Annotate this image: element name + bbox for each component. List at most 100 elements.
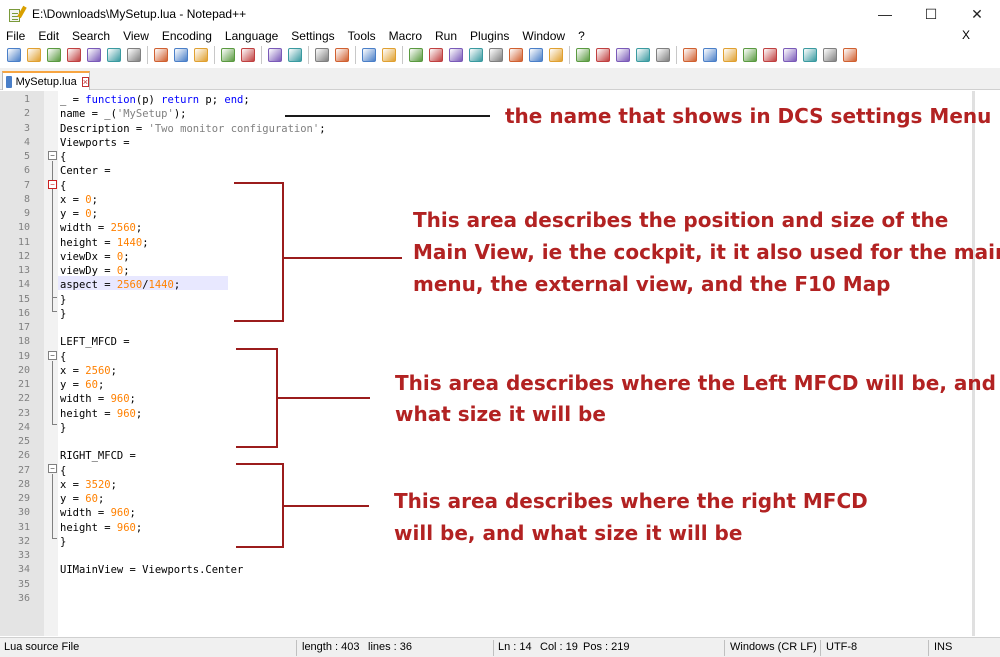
run-macro-multiple-icon[interactable]	[633, 45, 653, 65]
indent-guide-icon[interactable]	[446, 45, 466, 65]
word-wrap-icon[interactable]	[406, 45, 426, 65]
stop-macro-icon[interactable]	[593, 45, 613, 65]
fold-collapse-icon[interactable]: −	[48, 180, 57, 189]
code-text[interactable]: }	[60, 293, 66, 307]
doc-map-icon[interactable]	[486, 45, 506, 65]
code-text[interactable]: Viewports =	[60, 136, 136, 150]
code-text[interactable]: height = 1440;	[60, 236, 149, 250]
user-lang-icon[interactable]	[466, 45, 486, 65]
code-line[interactable]: 6 Center =	[0, 164, 990, 178]
folder-workspace-icon[interactable]	[526, 45, 546, 65]
code-line[interactable]: 5{	[0, 150, 990, 164]
menu-search[interactable]: Search	[72, 29, 110, 43]
code-text[interactable]: {	[60, 350, 66, 364]
zoom-in-icon[interactable]	[312, 45, 332, 65]
menu-view[interactable]: View	[123, 29, 149, 43]
sync-vertical-icon[interactable]	[359, 45, 379, 65]
code-text[interactable]: aspect = 2560/1440;	[60, 278, 180, 292]
minimize-button[interactable]: —	[862, 0, 908, 28]
fold-collapse-icon[interactable]: −	[48, 151, 57, 160]
save-macro-icon[interactable]	[653, 45, 673, 65]
code-text[interactable]: LEFT_MFCD =	[60, 335, 136, 349]
menu-language[interactable]: Language	[225, 29, 278, 43]
code-line[interactable]: 4 Viewports =	[0, 136, 990, 150]
toggle-bookmark-icon[interactable]	[800, 45, 820, 65]
menu-file[interactable]: File	[6, 29, 25, 43]
function-list-icon[interactable]	[506, 45, 526, 65]
find-icon[interactable]	[265, 45, 285, 65]
menu-plugins[interactable]: Plugins	[470, 29, 509, 43]
paste-icon[interactable]	[191, 45, 211, 65]
sync-horizontal-icon[interactable]	[379, 45, 399, 65]
code-text[interactable]: }	[60, 421, 66, 435]
code-line[interactable]: 36	[0, 592, 990, 606]
code-line[interactable]: 16}	[0, 307, 990, 321]
replace-icon[interactable]	[285, 45, 305, 65]
code-text[interactable]: width = 960;	[60, 506, 136, 520]
code-line[interactable]: 35	[0, 578, 990, 592]
code-text[interactable]: x = 3520;	[60, 478, 117, 492]
code-text[interactable]: x = 0;	[60, 193, 98, 207]
code-text[interactable]: Center =	[60, 164, 117, 178]
code-line[interactable]: 34 UIMainView = Viewports.Center	[0, 563, 990, 577]
tab-mysetup-lua[interactable]: MySetup.lua ×	[2, 71, 90, 90]
undo-icon[interactable]	[218, 45, 238, 65]
play-macro-icon[interactable]	[613, 45, 633, 65]
menu-encoding[interactable]: Encoding	[162, 29, 212, 43]
lines-block-icon[interactable]	[720, 45, 740, 65]
redo-icon[interactable]	[238, 45, 258, 65]
insert-line-icon[interactable]	[680, 45, 700, 65]
code-text[interactable]: viewDy = 0;	[60, 264, 130, 278]
menu-edit[interactable]: Edit	[38, 29, 59, 43]
cut-icon[interactable]	[151, 45, 171, 65]
new-file-icon[interactable]	[4, 45, 24, 65]
code-text[interactable]: _ = function(p) return p; end;	[60, 93, 250, 107]
monitoring-icon[interactable]	[546, 45, 566, 65]
code-text[interactable]: height = 960;	[60, 521, 142, 535]
code-text[interactable]: Description = 'Two monitor configuration…	[60, 122, 326, 136]
editor[interactable]: 1 _ = function(p) return p; end; 2 name = _…	[0, 91, 1000, 636]
status-encoding[interactable]: UTF-8	[826, 641, 857, 657]
close-all-icon[interactable]	[104, 45, 124, 65]
copy-icon[interactable]	[171, 45, 191, 65]
code-line[interactable]: 7{	[0, 179, 990, 193]
code-line[interactable]: 27 {	[0, 464, 990, 478]
menu-settings[interactable]: Settings	[291, 29, 334, 43]
code-line[interactable]: 25	[0, 435, 990, 449]
code-text[interactable]: y = 60;	[60, 492, 104, 506]
code-text[interactable]: name = _('MySetup');	[60, 107, 186, 121]
bookmark-list-icon[interactable]	[820, 45, 840, 65]
close-button[interactable]: ✕	[954, 0, 1000, 28]
close-document-button[interactable]: X	[962, 28, 970, 42]
save-icon[interactable]	[44, 45, 64, 65]
show-all-chars-icon[interactable]	[426, 45, 446, 65]
open-file-icon[interactable]	[24, 45, 44, 65]
save-all-icon[interactable]	[64, 45, 84, 65]
menu-help[interactable]: ?	[578, 29, 585, 43]
vertical-scrollbar[interactable]	[972, 91, 975, 636]
fold-collapse-icon[interactable]: −	[48, 351, 57, 360]
code-line[interactable]: 26 RIGHT_MFCD =	[0, 449, 990, 463]
spellcheck-icon[interactable]	[840, 45, 860, 65]
code-text[interactable]: x = 2560;	[60, 364, 117, 378]
code-text[interactable]: {	[60, 464, 66, 478]
tab-close-icon[interactable]: ×	[81, 76, 89, 87]
code-text[interactable]: }	[60, 535, 66, 549]
code-line[interactable]: 33	[0, 549, 990, 563]
unfold-icon[interactable]	[740, 45, 760, 65]
collapse-icon[interactable]	[760, 45, 780, 65]
menu-window[interactable]: Window	[522, 29, 565, 43]
code-text[interactable]: UIMainView = Viewports.Center	[60, 563, 243, 577]
code-line[interactable]: 18 LEFT_MFCD =	[0, 335, 990, 349]
expand-icon[interactable]	[780, 45, 800, 65]
code-text[interactable]: width = 960;	[60, 392, 136, 406]
code-text[interactable]: RIGHT_MFCD =	[60, 449, 142, 463]
print-icon[interactable]	[124, 45, 144, 65]
code-text[interactable]: viewDx = 0;	[60, 250, 130, 264]
code-text[interactable]: {	[60, 179, 66, 193]
code-text[interactable]: }	[60, 307, 66, 321]
maximize-button[interactable]: ☐	[908, 0, 954, 28]
code-line[interactable]: 17	[0, 321, 990, 335]
record-macro-icon[interactable]	[573, 45, 593, 65]
zoom-out-icon[interactable]	[332, 45, 352, 65]
